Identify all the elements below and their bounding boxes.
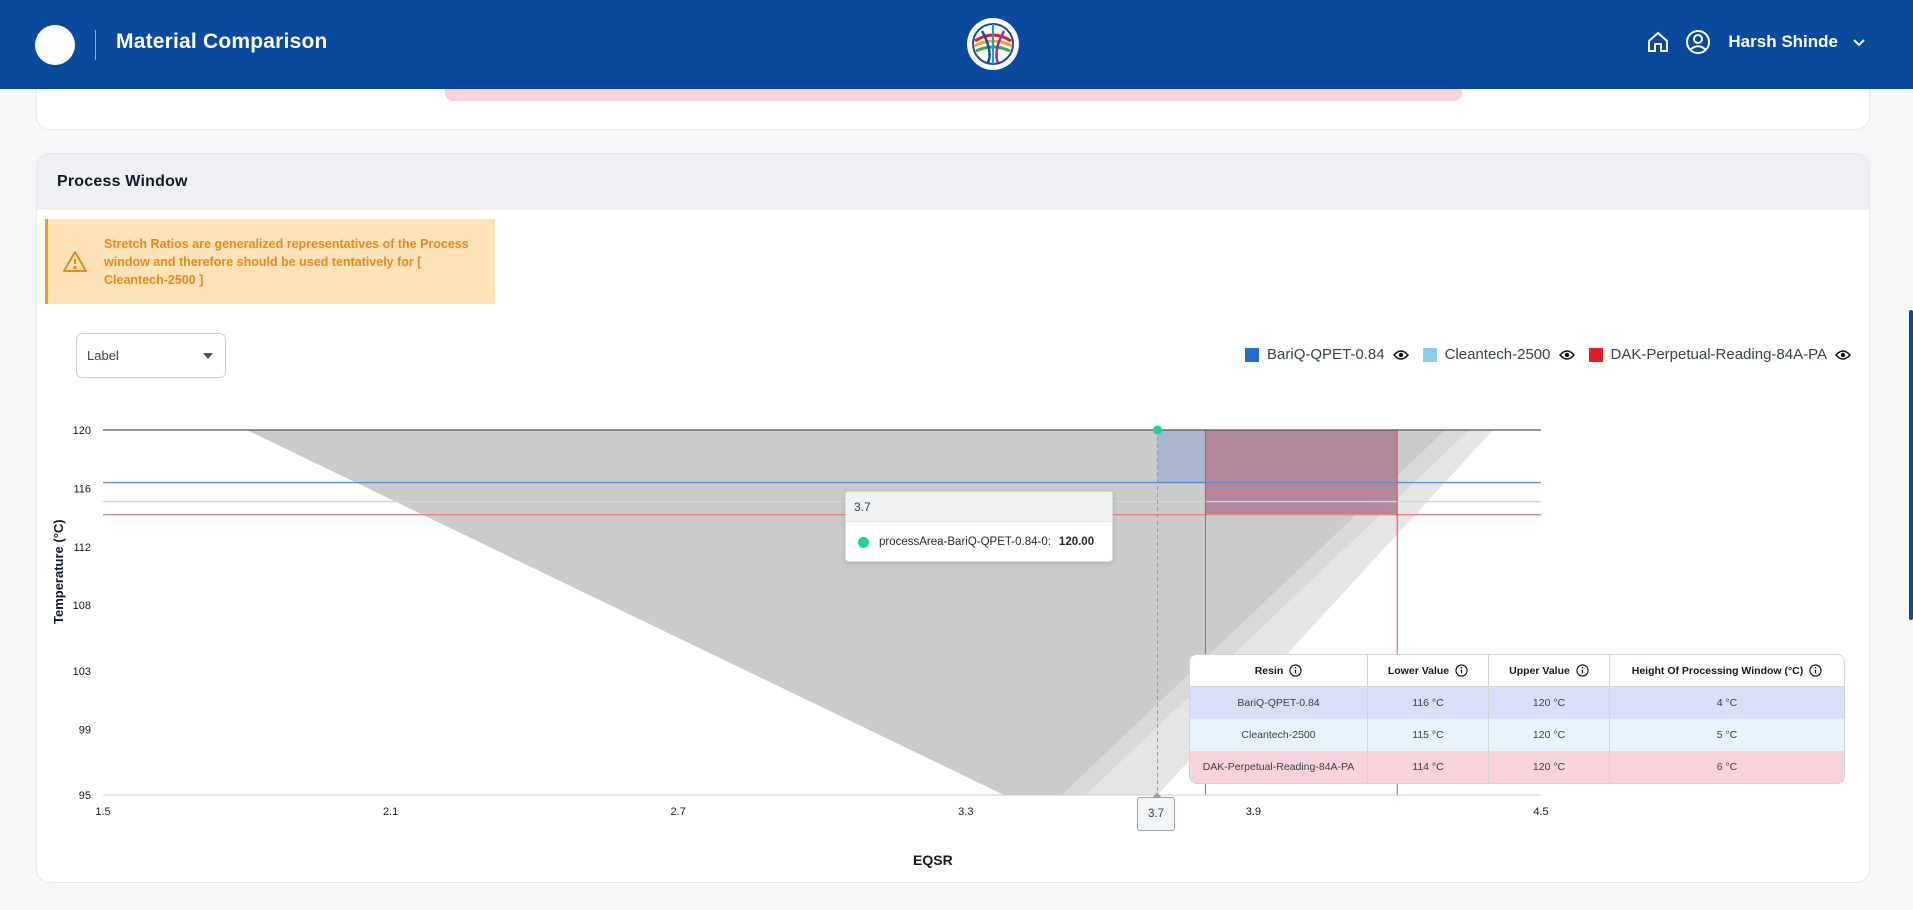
resin-table: Resin Lower Value Upper Value Height Of …: [1189, 654, 1845, 784]
info-icon[interactable]: [1576, 664, 1589, 677]
chevron-down-icon[interactable]: [1850, 33, 1868, 51]
cell-upper: 120 °C: [1489, 719, 1610, 751]
info-icon[interactable]: [1455, 664, 1468, 677]
info-icon[interactable]: [1809, 664, 1822, 677]
cell-upper: 120 °C: [1489, 751, 1610, 783]
info-icon[interactable]: [1289, 664, 1302, 677]
x-tick-label: 4.5: [1533, 806, 1548, 818]
y-tick-label: 108: [73, 600, 91, 612]
y-tick-label: 116: [73, 483, 91, 495]
cell-height: 5 °C: [1716, 729, 1738, 741]
tooltip-series: processArea-BariQ-QPET-0.84-0:: [879, 536, 1051, 548]
cell-lower: 115 °C: [1368, 719, 1489, 751]
header-divider: [95, 30, 96, 60]
app-header: Material Comparison Harsh Shinde: [0, 0, 1913, 89]
cell-lower: 116 °C: [1368, 687, 1489, 719]
user-circle-icon[interactable]: [1684, 28, 1712, 56]
x-cursor-label: 3.7: [1137, 792, 1175, 831]
x-tick-label: 2.1: [383, 806, 398, 818]
tooltip-row: processArea-BariQ-QPET-0.84-0: 120.00: [846, 522, 1112, 562]
header-user-area: Harsh Shinde: [1644, 28, 1868, 56]
cell-resin: Cleantech-2500: [1190, 719, 1368, 751]
y-tick-label: 95: [79, 790, 91, 802]
table-row[interactable]: BariQ-QPET-0.84 116 °C 120 °C 4 °C: [1190, 687, 1844, 719]
y-tick-label: 99: [79, 724, 91, 736]
table-row[interactable]: DAK-Perpetual-Reading-84A-PA 114 °C 120 …: [1190, 751, 1844, 783]
tooltip-marker: [858, 536, 869, 548]
hover-point: [1153, 425, 1163, 435]
tooltip-title: 3.7: [846, 492, 1112, 522]
bariq-process-region: [1157, 430, 1206, 483]
th-resin: Resin: [1190, 655, 1368, 687]
th-lower: Lower Value: [1368, 655, 1489, 687]
th-height: Height Of Processing Window (°C): [1610, 655, 1844, 687]
x-axis-label: EQSR: [913, 852, 953, 868]
y-tick-label: 112: [73, 542, 91, 554]
y-tick-label: 103: [73, 666, 91, 678]
chart-tooltip: 3.7 processArea-BariQ-QPET-0.84-0: 120.0…: [845, 491, 1113, 562]
x-tick-label: 3.9: [1246, 806, 1261, 818]
logo-circle[interactable]: [35, 25, 75, 65]
table-row[interactable]: Cleantech-2500 115 °C 120 °C 5 °C: [1190, 719, 1844, 751]
page-title: Material Comparison: [116, 30, 328, 53]
th-upper: Upper Value: [1489, 655, 1610, 687]
cell-height: 6 °C: [1716, 761, 1738, 773]
cell-resin: BariQ-QPET-0.84: [1190, 687, 1368, 719]
home-icon[interactable]: [1644, 28, 1672, 56]
user-name[interactable]: Harsh Shinde: [1728, 32, 1838, 52]
x-tick-label: 2.7: [671, 806, 686, 818]
tooltip-value: 120.00: [1058, 536, 1095, 548]
cell-height: 4 °C: [1716, 697, 1738, 709]
scrollbar-thumb[interactable]: [1909, 310, 1913, 620]
x-tick-label: 1.5: [95, 806, 110, 818]
x-tick-label: 3.3: [958, 806, 973, 818]
previous-table-row: [445, 88, 1462, 101]
cell-resin: DAK-Perpetual-Reading-84A-PA: [1190, 751, 1368, 783]
y-tick-label: 120: [73, 425, 91, 437]
globe-logo-icon: [967, 18, 1019, 70]
table-header-row: Resin Lower Value Upper Value Height Of …: [1190, 655, 1844, 687]
y-axis-label: Temperature (°C): [51, 519, 66, 624]
process-window-card: Process Window Stretch Ratios are genera…: [36, 153, 1870, 883]
cell-upper: 120 °C: [1489, 687, 1610, 719]
cell-lower: 114 °C: [1368, 751, 1489, 783]
